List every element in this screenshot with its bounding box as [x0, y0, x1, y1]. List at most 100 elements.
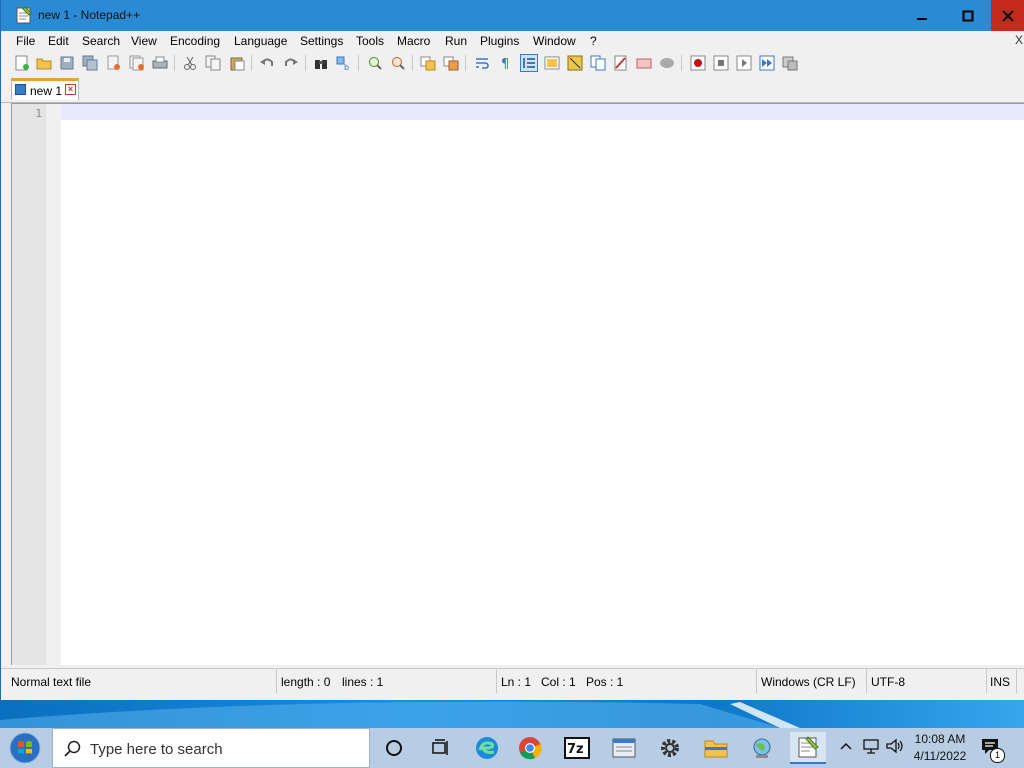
status-position-cell: Ln : 1 Col : 1 Pos : 1: [497, 669, 757, 693]
toolbar-separator: [305, 55, 306, 71]
show-all-characters-button[interactable]: ¶: [497, 54, 515, 72]
folder-icon: [704, 740, 728, 758]
save-button[interactable]: [58, 54, 76, 72]
start-recording-button[interactable]: [689, 54, 707, 72]
redo-icon: [285, 58, 298, 66]
taskbar-file-explorer[interactable]: [698, 732, 734, 764]
status-encoding-cell[interactable]: UTF-8: [867, 669, 987, 693]
playback-button[interactable]: [735, 54, 753, 72]
maximize-button[interactable]: [945, 0, 991, 31]
sync-horizontal-icon: [443, 56, 459, 71]
taskbar-chrome[interactable]: [512, 732, 548, 764]
tab-close-icon[interactable]: ×: [65, 84, 76, 95]
close-all-button[interactable]: [128, 54, 146, 72]
show-hidden-icons-chevron-icon[interactable]: [839, 736, 853, 756]
fold-margin[interactable]: [46, 104, 61, 665]
taskbar-network-app[interactable]: [744, 732, 780, 764]
menu-help[interactable]: ?: [590, 34, 597, 48]
redo-button[interactable]: [282, 54, 300, 72]
status-length-cell: length : 0 lines : 1: [277, 669, 497, 693]
task-view-button[interactable]: [423, 732, 459, 764]
zoom-out-button[interactable]: [389, 54, 407, 72]
taskbar-app-window[interactable]: [606, 732, 642, 764]
print-button[interactable]: [151, 54, 169, 72]
open-file-button[interactable]: [35, 54, 53, 72]
taskbar-search-box[interactable]: Type here to search: [52, 728, 370, 768]
menu-encoding[interactable]: Encoding: [170, 34, 220, 48]
edge-icon: [476, 737, 498, 759]
status-col: Col : 1: [541, 675, 576, 689]
word-wrap-button[interactable]: [473, 54, 491, 72]
close-button-toolbar[interactable]: [105, 54, 123, 72]
menu-edit[interactable]: Edit: [48, 34, 69, 48]
save-macro-button[interactable]: [781, 54, 799, 72]
minimize-icon: [917, 17, 927, 20]
notepad-plus-plus-app-icon[interactable]: [16, 6, 32, 24]
status-mode-cell[interactable]: INS: [987, 669, 1017, 693]
action-center-button[interactable]: 1: [978, 734, 1008, 763]
undo-button[interactable]: [258, 54, 276, 72]
volume-icon[interactable]: [885, 736, 905, 756]
monitoring-button[interactable]: [635, 54, 653, 72]
save-all-icon: [82, 55, 98, 71]
toolbar-separator: [174, 55, 175, 71]
tab-bar: new 1 ×: [1, 78, 1024, 103]
cortana-button[interactable]: [376, 732, 412, 764]
taskbar-7zip[interactable]: 7z: [559, 732, 595, 764]
paste-button[interactable]: [228, 54, 246, 72]
close-file-icon: [107, 55, 120, 70]
run-macro-multiple-button[interactable]: [758, 54, 776, 72]
folder-as-workspace-button[interactable]: [612, 54, 630, 72]
menu-file[interactable]: File: [16, 34, 35, 48]
new-file-button[interactable]: [13, 54, 31, 72]
menu-macro[interactable]: Macro: [397, 34, 430, 48]
network-tray-icon[interactable]: [862, 736, 880, 756]
text-editor[interactable]: 1: [11, 103, 1024, 665]
title-bar[interactable]: new 1 - Notepad++: [1, 0, 1024, 31]
sync-vertical-button[interactable]: [419, 54, 437, 72]
stop-recording-button[interactable]: [712, 54, 730, 72]
save-all-button[interactable]: [81, 54, 99, 72]
tab-new-1[interactable]: new 1 ×: [11, 78, 79, 100]
start-button[interactable]: [5, 730, 45, 766]
status-eol-cell[interactable]: Windows (CR LF): [757, 669, 867, 693]
menu-language[interactable]: Language: [234, 34, 287, 48]
search-placeholder: Type here to search: [90, 741, 223, 758]
menu-view[interactable]: View: [131, 34, 157, 48]
clock-time: 10:08 AM: [914, 732, 966, 746]
define-language-button[interactable]: [543, 54, 561, 72]
zoom-in-button[interactable]: [366, 54, 384, 72]
copy-button[interactable]: [204, 54, 222, 72]
current-line-highlight: [61, 104, 1024, 120]
cut-button[interactable]: [181, 54, 199, 72]
taskbar-edge[interactable]: [469, 732, 505, 764]
menu-search[interactable]: Search: [82, 34, 120, 48]
replace-button[interactable]: b: [335, 54, 353, 72]
minimize-button[interactable]: [899, 0, 945, 31]
menu-plugins[interactable]: Plugins: [480, 34, 519, 48]
indent-guide-button[interactable]: [520, 54, 538, 72]
close-button[interactable]: [991, 0, 1024, 31]
chrome-icon: [519, 737, 542, 760]
menu-run[interactable]: Run: [445, 34, 467, 48]
system-clock[interactable]: 10:08 AM 4/11/2022: [910, 731, 970, 765]
app-window-icon: [612, 738, 636, 758]
tab-label: new 1: [30, 84, 63, 98]
sync-scroll-button[interactable]: [658, 54, 676, 72]
status-encoding: UTF-8: [871, 675, 905, 689]
sync-horizontal-button[interactable]: [442, 54, 460, 72]
svg-text:¶: ¶: [501, 57, 509, 71]
find-button[interactable]: [312, 54, 330, 72]
function-list-button[interactable]: [589, 54, 607, 72]
close-document-x-icon[interactable]: X: [1015, 33, 1023, 47]
taskbar-notepad-plus-plus[interactable]: [790, 732, 826, 764]
document-map-button[interactable]: [566, 54, 584, 72]
find-replace-icon: b: [336, 56, 349, 71]
menu-settings[interactable]: Settings: [300, 34, 343, 48]
taskbar-settings[interactable]: [652, 732, 688, 764]
status-ln: Ln : 1: [501, 675, 532, 689]
function-list-icon: [590, 55, 606, 71]
menu-tools[interactable]: Tools: [356, 34, 384, 48]
menu-window[interactable]: Window: [533, 34, 576, 48]
folder-workspace-icon: [614, 55, 627, 71]
